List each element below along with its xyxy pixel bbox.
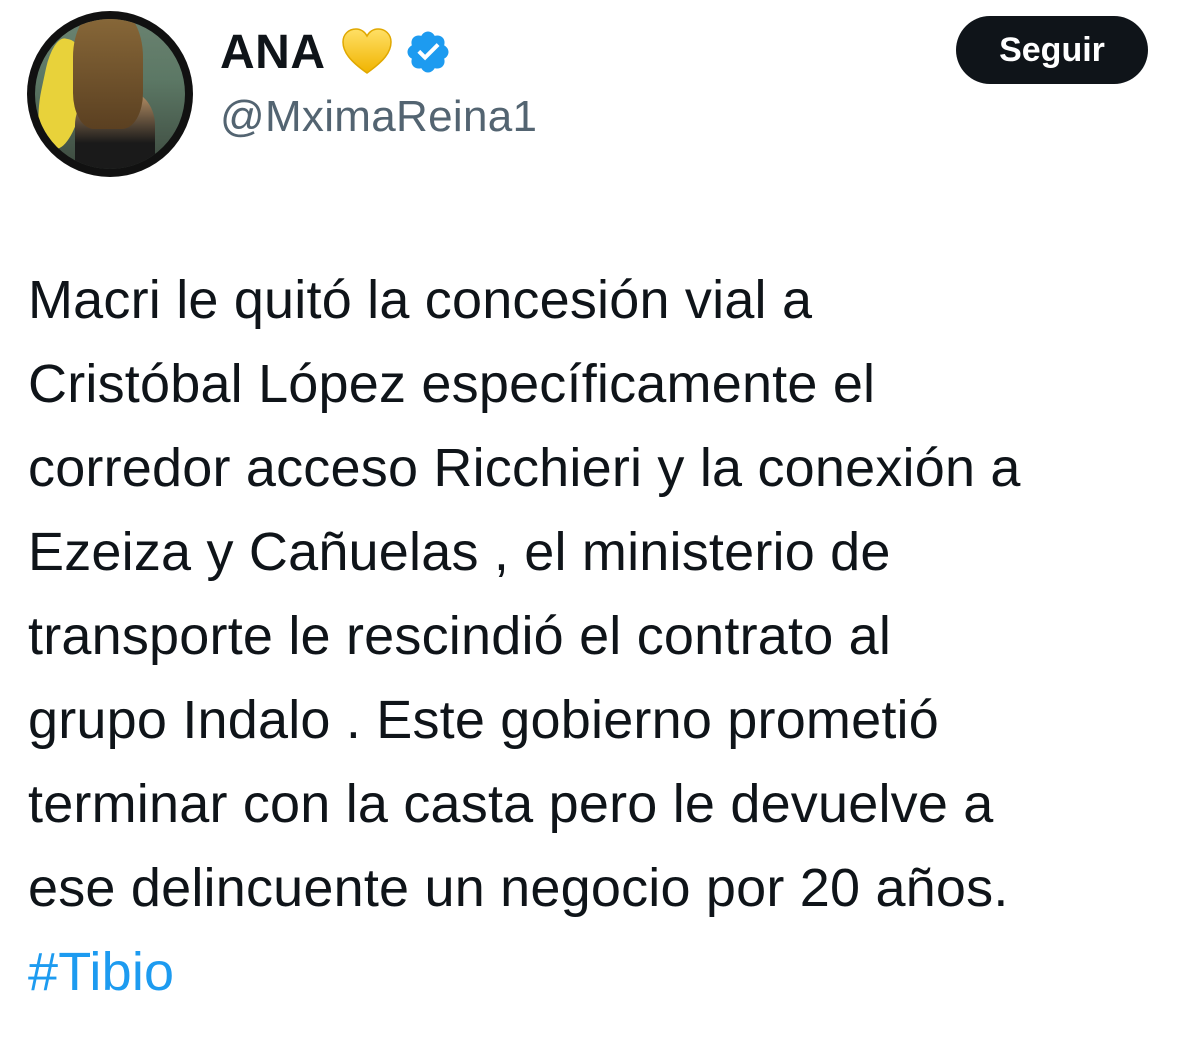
tweet-line: Cristóbal López específicamente el: [28, 354, 876, 414]
tweet-line: corredor acceso Ricchieri y la conexión …: [28, 438, 1021, 498]
yellow-heart-icon: [340, 25, 394, 79]
tweet-line: transporte le rescindió el contrato al: [28, 606, 892, 666]
verified-badge-icon[interactable]: [404, 28, 452, 76]
tweet-line: terminar con la casta pero le devuelve a: [28, 774, 994, 834]
author-display-name[interactable]: ANA: [220, 25, 326, 80]
hashtag-link[interactable]: #Tibio: [28, 930, 1188, 1014]
tweet-card: ANA @MximaReina1 Seguir Macri le quitó l…: [0, 0, 1200, 1050]
follow-button[interactable]: Seguir: [956, 16, 1148, 84]
tweet-line: ese delincuente un negocio por 20 años.: [28, 858, 1009, 918]
tweet-line: grupo Indalo . Este gobierno prometió: [28, 690, 939, 750]
author-name-row: ANA: [220, 20, 452, 84]
avatar-photo: [35, 19, 185, 169]
tweet-line: Macri le quitó la concesión vial a: [28, 270, 813, 330]
author-handle[interactable]: @MximaReina1: [220, 92, 537, 142]
tweet-text: Macri le quitó la concesión vial a Crist…: [28, 258, 1188, 1014]
tweet-line: Ezeiza y Cañuelas , el ministerio de: [28, 522, 891, 582]
avatar[interactable]: [27, 11, 193, 177]
